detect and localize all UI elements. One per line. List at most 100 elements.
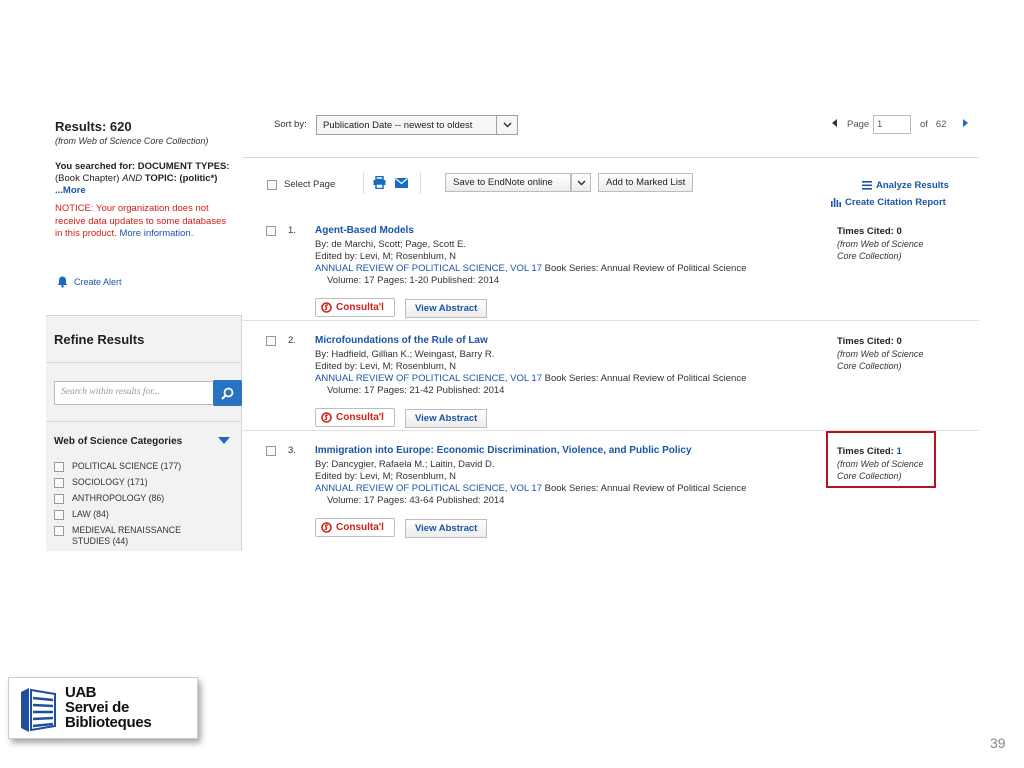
sort-select[interactable]: Publication Date -- newest to oldest: [316, 115, 518, 135]
record-details: Volume: 17 Pages: 21-42 Published: 2014: [327, 385, 505, 396]
record-checkbox[interactable]: [266, 336, 276, 346]
search-within-input[interactable]: Search within results for...: [54, 381, 214, 405]
create-alert-link[interactable]: Create Alert: [57, 276, 122, 288]
select-page[interactable]: Select Page: [267, 179, 335, 190]
left-panel: Results: 620 (from Web of Science Core C…: [46, 110, 242, 551]
record-checkbox[interactable]: [266, 226, 276, 236]
category-item[interactable]: LAW (84): [54, 509, 239, 520]
chevron-down-icon[interactable]: [571, 173, 591, 192]
record-source-link[interactable]: ANNUAL REVIEW OF POLITICAL SCIENCE, VOL …: [315, 373, 542, 384]
previous-page-icon[interactable]: [832, 119, 837, 127]
consulta-label: Consulta'l: [336, 522, 384, 533]
record-source-link[interactable]: ANNUAL REVIEW OF POLITICAL SCIENCE, VOL …: [315, 483, 542, 494]
results-source: (from Web of Science Core Collection): [55, 136, 209, 146]
category-checkbox[interactable]: [54, 494, 64, 504]
analyze-results-link[interactable]: Analyze Results: [862, 180, 949, 191]
consulta-label: Consulta'l: [336, 302, 384, 313]
view-abstract-button[interactable]: View Abstract: [405, 299, 488, 318]
next-page-icon[interactable]: [963, 119, 968, 127]
record-editors: Edited by: Levi, M; Rosenblum, N: [315, 471, 456, 482]
record-details: Volume: 17 Pages: 43-64 Published: 2014: [327, 495, 505, 506]
search-button[interactable]: [213, 380, 242, 406]
divider: [243, 320, 979, 321]
save-to-endnote-button[interactable]: Save to EndNote online: [445, 173, 571, 192]
add-to-marked-list-button[interactable]: Add to Marked List: [598, 173, 694, 192]
category-checkbox[interactable]: [54, 462, 64, 472]
select-page-checkbox[interactable]: [267, 179, 277, 190]
record-title-link[interactable]: Agent-Based Models: [315, 225, 414, 236]
category-checkbox[interactable]: [54, 526, 64, 536]
categories-list: POLITICAL SCIENCE (177) SOCIOLOGY (171) …: [54, 461, 239, 551]
bar-chart-icon: [831, 198, 841, 207]
results-panel: Sort by: Publication Date -- newest to o…: [243, 110, 979, 551]
citation-report-label: Create Citation Report: [845, 197, 946, 208]
searched-query-2: (Book Chapter): [55, 173, 123, 184]
page-label: Page: [847, 119, 870, 130]
record-editors: Edited by: Levi, M; Rosenblum, N: [315, 361, 456, 372]
consulta-button[interactable]: Consulta'l: [315, 298, 395, 317]
record-authors: By: Dancygier, Rafaela M.; Laitin, David…: [315, 459, 495, 470]
collapse-arrow-icon[interactable]: [218, 437, 230, 444]
result-record: 1. Agent-Based Models By: de Marchi, Sco…: [243, 222, 979, 332]
category-label: MEDIEVAL RENAISSANCE STUDIES (44): [72, 525, 182, 546]
result-record: 2. Microfoundations of the Rule of Law B…: [243, 332, 979, 442]
logo-text-servei: Servei de: [65, 699, 130, 716]
page-of-label: of: [920, 119, 928, 130]
category-checkbox[interactable]: [54, 510, 64, 520]
times-cited-label: Times Cited: 0: [837, 336, 902, 347]
record-title-link[interactable]: Microfoundations of the Rule of Law: [315, 335, 488, 346]
results-count: Results: 620: [55, 119, 132, 134]
bell-icon: [57, 276, 68, 288]
category-item[interactable]: SOCIOLOGY (171): [54, 477, 239, 488]
times-cited-source: (from Web of Science Core Collection): [837, 349, 924, 371]
page-total: of 62: [920, 119, 946, 130]
uab-library-logo-icon: [21, 688, 56, 732]
view-abstract-button[interactable]: View Abstract: [405, 409, 488, 428]
record-number: 1.: [288, 225, 296, 236]
page-number-input[interactable]: 1: [873, 115, 911, 134]
view-abstract-button[interactable]: View Abstract: [405, 519, 488, 538]
more-link[interactable]: ...More: [55, 185, 86, 196]
search-icon: [221, 387, 234, 400]
web-of-science-screenshot: Results: 620 (from Web of Science Core C…: [46, 110, 979, 551]
record-title-link[interactable]: Immigration into Europe: Economic Discri…: [315, 445, 692, 456]
print-icon[interactable]: [373, 176, 386, 189]
divider: [363, 172, 364, 194]
record-series: Book Series: Annual Review of Political …: [542, 373, 747, 384]
chevron-down-icon[interactable]: [496, 115, 518, 135]
record-source-link[interactable]: ANNUAL REVIEW OF POLITICAL SCIENCE, VOL …: [315, 263, 542, 274]
record-number: 3.: [288, 445, 296, 456]
results-toolbar: Select Page Save to EndNote online Add t…: [243, 159, 979, 214]
divider: [46, 362, 242, 363]
record-details: Volume: 17 Pages: 1-20 Published: 2014: [327, 275, 500, 286]
logo-text-biblioteques: Biblioteques: [65, 714, 152, 731]
category-item[interactable]: MEDIEVAL RENAISSANCE STUDIES (44): [54, 525, 239, 547]
times-cited: Times Cited: 0: [837, 336, 902, 347]
record-checkbox[interactable]: [266, 446, 276, 456]
slide-number: 39: [990, 735, 1006, 751]
category-checkbox[interactable]: [54, 478, 64, 488]
category-item[interactable]: ANTHROPOLOGY (86): [54, 493, 239, 504]
category-label: LAW (84): [72, 509, 109, 519]
searched-query-1: DOCUMENT TYPES:: [135, 161, 230, 172]
category-item[interactable]: POLITICAL SCIENCE (177): [54, 461, 239, 472]
notice-more-link[interactable]: More information.: [119, 228, 193, 239]
times-cited-highlight-box: [826, 431, 936, 488]
record-source-line: ANNUAL REVIEW OF POLITICAL SCIENCE, VOL …: [315, 263, 746, 274]
sort-label: Sort by:: [274, 119, 307, 130]
divider: [420, 172, 421, 194]
search-summary: You searched for: DOCUMENT TYPES: (Book …: [55, 161, 235, 197]
record-authors: By: de Marchi, Scott; Page, Scott E.: [315, 239, 467, 250]
consulta-button[interactable]: Consulta'l: [315, 408, 395, 427]
consulta-button[interactable]: Consulta'l: [315, 518, 395, 537]
uab-logo: UAB Servei de Biblioteques: [8, 677, 198, 739]
email-icon[interactable]: [395, 178, 408, 188]
searched-and: AND: [122, 173, 143, 184]
record-authors: By: Hadfield, Gillian K.; Weingast, Barr…: [315, 349, 495, 360]
citation-report-link[interactable]: Create Citation Report: [831, 197, 946, 208]
searched-prefix: You searched for:: [55, 161, 136, 172]
create-alert-label: Create Alert: [74, 277, 122, 287]
category-label: SOCIOLOGY (171): [72, 477, 148, 487]
record-number: 2.: [288, 335, 296, 346]
sort-bar: Sort by: Publication Date -- newest to o…: [243, 110, 979, 158]
